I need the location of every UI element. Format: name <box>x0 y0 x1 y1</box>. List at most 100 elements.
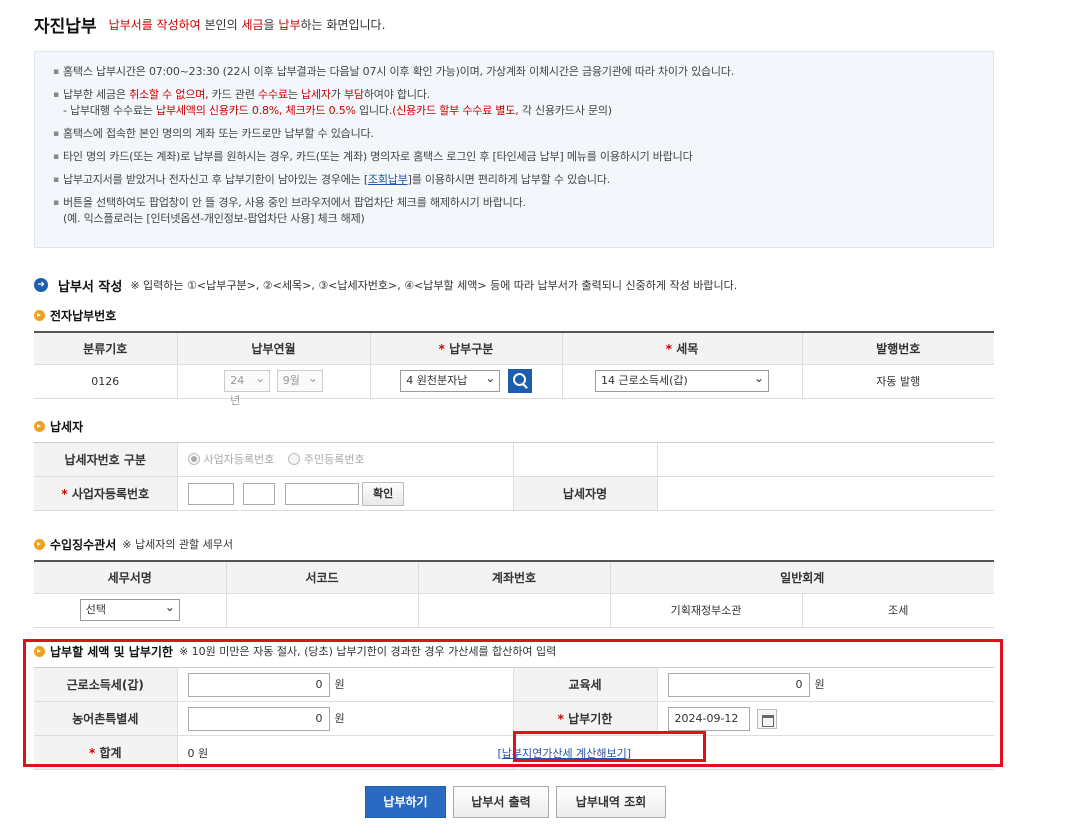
pay-type-select[interactable]: 4 원천분자납 <box>400 368 501 392</box>
period-cell: 24년 9월 <box>176 364 370 407</box>
office-row: 선택 기획재정부소관 조세 <box>34 593 995 628</box>
notice-text: 부담 <box>344 88 364 101</box>
desc-part: 본인의 <box>200 17 242 32</box>
radio-business[interactable]: 사업자등록번호 <box>187 451 274 467</box>
desc-part: 납부 <box>278 17 301 32</box>
office-select-cell: 선택 <box>34 593 226 628</box>
notice-item: 홈택스에 접속한 본인 명의의 계좌 또는 카드로만 납부할 수 있습니다. <box>53 126 977 142</box>
header-general-account: 일반회계 <box>609 561 995 594</box>
notice-text: 는 <box>287 88 302 101</box>
tax-item-select[interactable]: 14 근로소득세(갑) <box>595 368 769 392</box>
radio-empty-icon <box>287 453 300 465</box>
notice-item: 홈택스 납부시간은 07:00~23:30 (22시 이후 납부결과는 다음날 … <box>53 64 977 80</box>
issue-no-cell: 자동 발행 <box>801 364 994 399</box>
reg-number-part1[interactable] <box>187 482 234 505</box>
ministry-cell: 기획재정부소관 <box>609 593 802 628</box>
notice-text: (신용카드 할부 수수료 별도, <box>392 104 519 117</box>
code-cell: 0126 <box>34 364 177 399</box>
section-write-heading: ➜ 납부서 작성 ※ 입력하는 ①<납부구분>, ②<세목>, ③<납세자번호>… <box>34 275 737 295</box>
header-account: 계좌번호 <box>417 561 610 594</box>
link-highlight-box <box>513 731 706 762</box>
desc-part: 세금 <box>241 17 264 32</box>
taxpayer-name-label: 납세자명 <box>512 476 657 511</box>
office-note: ※ 납세자의 관할 세무서 <box>122 538 234 551</box>
taxpayer-reg-row: * 사업자등록번호 확인 납세자명 <box>34 476 994 511</box>
notice-text: 버튼을 선택하여도 팝업창이 안 뜰 경우, 사용 중인 브라우저에서 팝업차단… <box>63 196 526 209</box>
reg-number-part2[interactable] <box>243 482 275 505</box>
notice-text: 납부세액의 신용카드 0.8%, 체크카드 0.5% <box>156 104 356 117</box>
notice-text: 각 신용카드사 문의) <box>518 104 612 117</box>
radio-resident[interactable]: 주민등록번호 <box>287 451 365 467</box>
notice-text: ]를 이용하시면 편리하게 납부할 수 있습니다. <box>407 173 611 186</box>
taxpayer-name-cell <box>656 476 994 511</box>
office-table: 세무서명 서코드 계좌번호 일반회계 선택 기획재정부소관 조세 <box>34 560 995 628</box>
desc-part: 납부서를 작성하여 <box>108 17 201 32</box>
notice-box: 홈택스 납부시간은 07:00~23:30 (22시 이후 납부결과는 다음날 … <box>34 51 994 248</box>
notice-item: 납부한 세금은 취소할 수 없으며, 카드 관련 수수료는 납세자가 부담하여야… <box>53 87 977 119</box>
notice-text: 입니다. <box>355 104 393 117</box>
page-description: 납부서를 작성하여 본인의 세금을 납부하는 화면입니다. <box>109 16 386 33</box>
office-code-cell <box>225 593 418 628</box>
reg-cell: 확인 <box>176 476 513 511</box>
notice-list: 홈택스 납부시간은 07:00~23:30 (22시 이후 납부결과는 다음날 … <box>53 64 977 227</box>
pay-button[interactable]: 납부하기 <box>365 786 446 818</box>
notice-text: (예. 익스플로러는 [인터넷옵션-개인정보-팝업차단 사용] 체크 해제) <box>63 212 365 225</box>
taxpayer-table: 납세자번호 구분 사업자등록번호 주민등록번호 * 사업자등록번호 확인 납세자… <box>34 442 994 511</box>
search-icon[interactable] <box>507 369 532 393</box>
arrow-circle-icon: ➜ <box>34 278 48 292</box>
notice-text: 카드 관련 <box>208 88 259 101</box>
notice-item: 납부고지서를 받았거나 전자신고 후 납부기한이 남아있는 경우에는 [조회납부… <box>53 172 977 188</box>
page-title: 자진납부 <box>34 16 97 37</box>
notice-text: 타인 명의 카드(또는 계좌)로 납부를 원하시는 경우, 카드(또는 계좌) … <box>63 150 693 163</box>
bullet-icon <box>34 309 45 321</box>
notice-text: 취소할 수 없으며, <box>129 88 209 101</box>
header-code: 분류기호 <box>34 332 177 365</box>
e-number-header-row: 분류기호 납부연월 * 납부구분 * 세목 발행번호 <box>34 332 994 365</box>
e-number-heading: 전자납부번호 <box>34 306 122 324</box>
e-number-table: 분류기호 납부연월 * 납부구분 * 세목 발행번호 0126 24년 9월 4… <box>34 331 994 407</box>
section-write-title: 납부서 작성 <box>58 279 123 295</box>
desc-part: 하는 화면입니다. <box>300 17 386 32</box>
notice-item: 버튼을 선택하여도 팝업창이 안 뜰 경우, 사용 중인 브라우저에서 팝업차단… <box>53 195 977 227</box>
taxpayer-title: 납세자 <box>50 419 84 434</box>
bullet-icon <box>34 420 45 432</box>
year-select[interactable]: 24년 <box>224 368 271 407</box>
office-select[interactable]: 선택 <box>79 597 180 621</box>
notice-text: 납부고지서를 받았거나 전자신고 후 납부기한이 남아있는 경우에는 [ <box>63 173 368 186</box>
e-number-row: 0126 24년 9월 4 원천분자납 14 근로소득세(갑) 자동 발행 <box>34 364 994 407</box>
notice-text: - 납부대행 수수료는 <box>63 104 157 117</box>
history-button[interactable]: 납부내역 조회 <box>556 786 666 818</box>
inquiry-pay-link[interactable]: 조회납부 <box>368 173 408 186</box>
notice-text: 하여야 합니다. <box>363 88 430 101</box>
account-cell <box>417 593 610 628</box>
print-button[interactable]: 납부서 출력 <box>453 786 549 818</box>
reg-number-part3[interactable] <box>284 482 359 505</box>
month-select[interactable]: 9월 <box>276 368 323 392</box>
tax-kind-cell: 조세 <box>801 593 995 628</box>
confirm-button[interactable]: 확인 <box>362 481 405 506</box>
empty-header <box>512 442 657 477</box>
title-row: 자진납부 납부서를 작성하여 본인의 세금을 납부하는 화면입니다. <box>34 12 386 37</box>
notice-text: 수수료 <box>258 88 288 101</box>
header-tax-item: * 세목 <box>561 332 802 365</box>
reg-label: * 사업자등록번호 <box>34 476 177 511</box>
header-period: 납부연월 <box>176 332 370 365</box>
header-office-code: 서코드 <box>225 561 418 594</box>
notice-text: 납부한 세금은 <box>63 88 130 101</box>
section-write-note: ※ 입력하는 ①<납부구분>, ②<세목>, ③<납세자번호>, ④<납부할 세… <box>130 279 738 292</box>
taxpayer-type-cell: 사업자등록번호 주민등록번호 <box>176 442 513 477</box>
notice-item: 타인 명의 카드(또는 계좌)로 납부를 원하시는 경우, 카드(또는 계좌) … <box>53 149 977 165</box>
desc-part: 을 <box>263 17 279 32</box>
bullet-icon <box>34 538 45 550</box>
e-number-title: 전자납부번호 <box>50 308 117 323</box>
header-office-name: 세무서명 <box>34 561 226 594</box>
notice-text: 납세자 <box>301 88 331 101</box>
header-issue-no: 발행번호 <box>801 332 994 365</box>
notice-text: 홈택스에 접속한 본인 명의의 계좌 또는 카드로만 납부할 수 있습니다. <box>63 127 374 140</box>
tax-item-cell: 14 근로소득세(갑) <box>561 364 802 399</box>
notice-text: 홈택스 납부시간은 07:00~23:30 (22시 이후 납부결과는 다음날 … <box>63 65 735 78</box>
empty-cell <box>656 442 994 477</box>
pay-type-cell: 4 원천분자납 <box>369 364 562 399</box>
header-pay-type: * 납부구분 <box>369 332 562 365</box>
taxpayer-type-row: 납세자번호 구분 사업자등록번호 주민등록번호 <box>34 442 994 477</box>
